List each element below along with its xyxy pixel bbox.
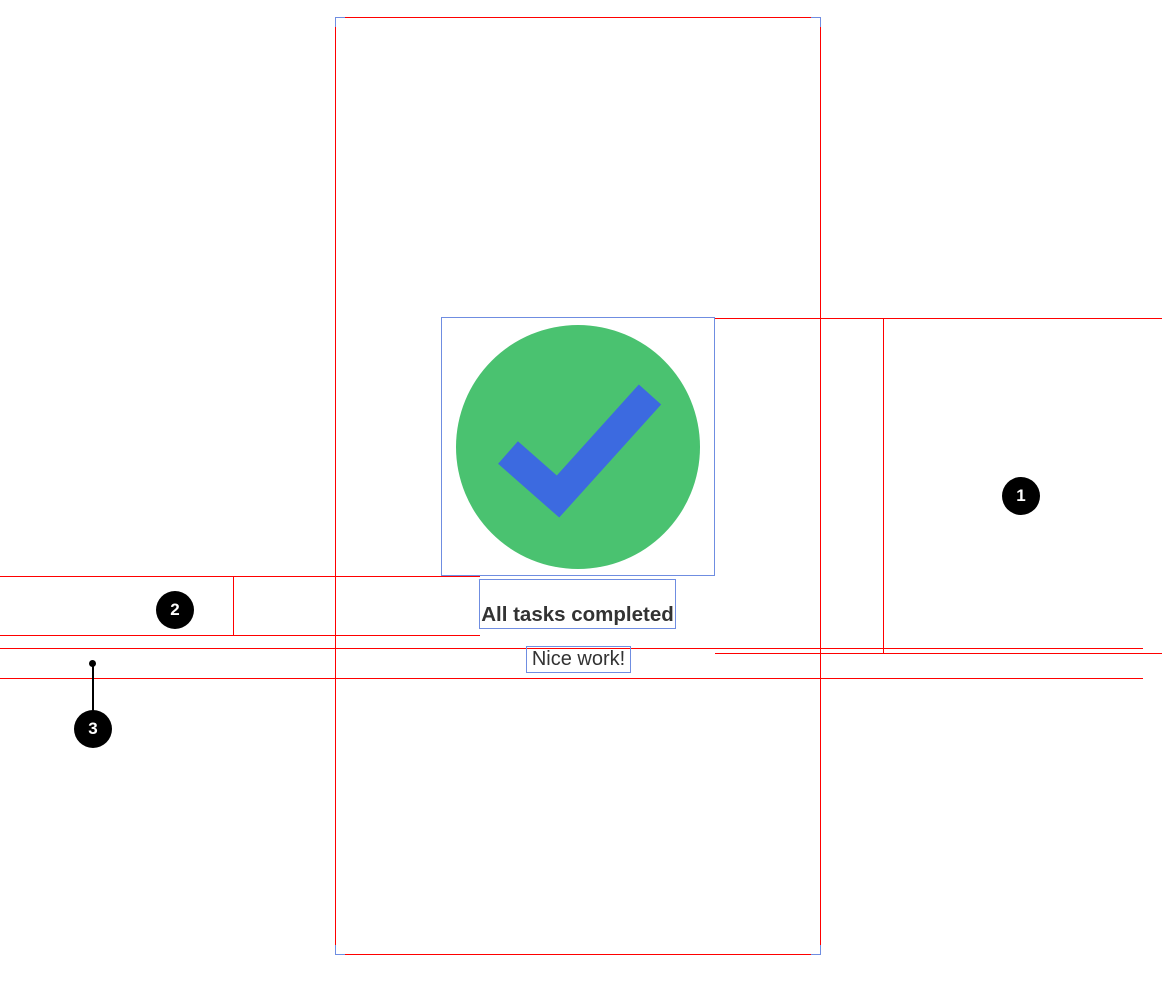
annotation-3-leader-dot (89, 660, 96, 667)
success-icon-frame (441, 317, 715, 576)
checkmark-icon (488, 364, 668, 529)
check-circle-icon (456, 325, 700, 569)
subtitle-text: Nice work! (532, 648, 625, 671)
corner-tr-icon (811, 17, 821, 27)
corner-tl-icon (335, 17, 345, 27)
annotation-3-leader-line (92, 665, 94, 713)
annotation-badge-1[interactable]: 1 (1002, 477, 1040, 515)
badge-3-label: 3 (88, 719, 97, 739)
annotation-2-region-inner (0, 576, 234, 636)
subtitle-frame: Nice work! (526, 646, 631, 673)
corner-br-icon (811, 945, 821, 955)
corner-bl-icon (335, 945, 345, 955)
badge-2-label: 2 (170, 600, 179, 620)
title-frame: All tasks completed (479, 579, 676, 629)
title-text: All tasks completed (481, 603, 674, 627)
annotation-badge-2[interactable]: 2 (156, 591, 194, 629)
annotation-badge-3[interactable]: 3 (74, 710, 112, 748)
badge-1-label: 1 (1016, 486, 1025, 506)
